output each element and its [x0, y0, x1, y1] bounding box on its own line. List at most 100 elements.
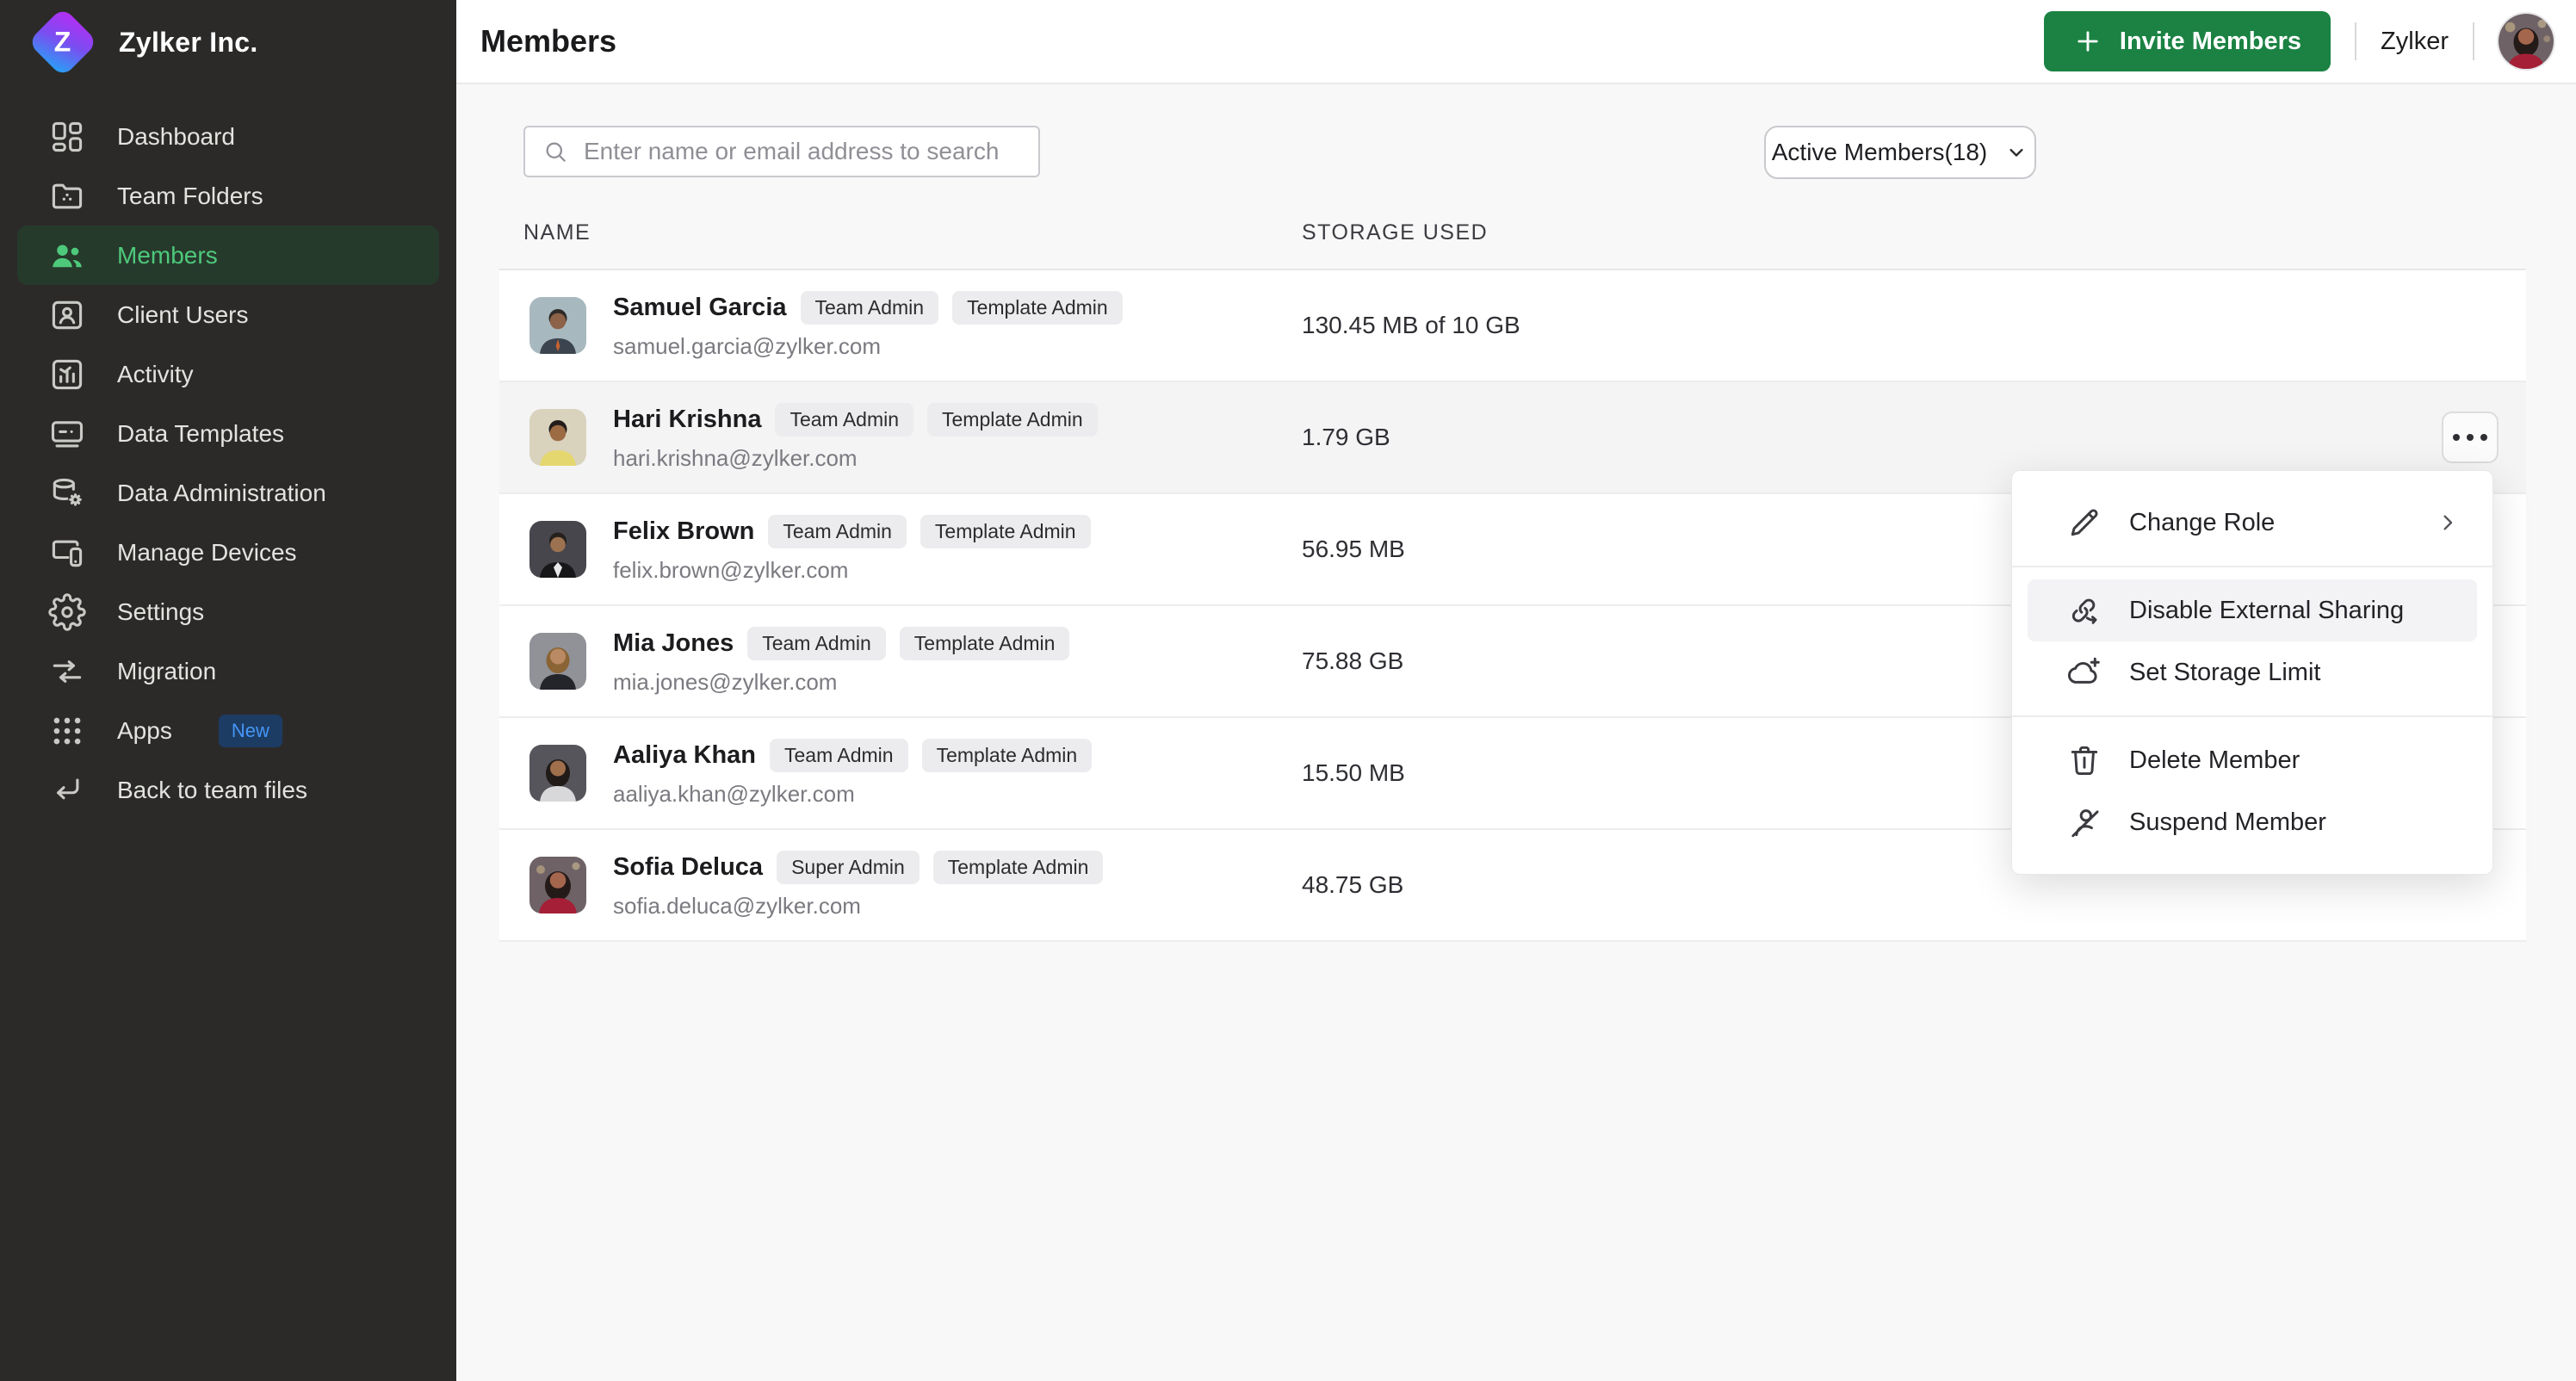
- menu-item-label: Change Role: [2129, 508, 2276, 536]
- member-filter-label: Active Members(18): [1771, 139, 1988, 165]
- role-badge: Template Admin: [899, 627, 1070, 660]
- column-header-name: NAME: [523, 220, 591, 245]
- member-filter-dropdown[interactable]: Active Members(18): [1764, 126, 2036, 179]
- sidebar-item-label: Migration: [117, 657, 217, 684]
- user-avatar-image: [2499, 14, 2554, 69]
- member-info: Mia Jones Team Admin Template Admin mia.…: [613, 627, 1070, 696]
- top-bar-actions: Invite Members Zylker: [2043, 11, 2554, 71]
- sidebar-item-data-administration[interactable]: Data Administration: [17, 463, 439, 523]
- divider: [2355, 22, 2357, 60]
- plus-icon: [2078, 31, 2098, 52]
- company-name: Zylker Inc.: [119, 26, 258, 58]
- main-area: Members Invite Members Zylker Ac: [456, 0, 2576, 1381]
- invite-members-label: Invite Members: [2119, 27, 2302, 55]
- storage-used: 1.79 GB: [1302, 424, 1390, 450]
- user-avatar[interactable]: [2499, 14, 2554, 69]
- sidebar-item-members[interactable]: Members: [17, 226, 439, 285]
- zylker-logo-icon: Z: [27, 6, 99, 78]
- member-email: hari.krishna@zylker.com: [613, 445, 858, 471]
- sidebar-item-manage-devices[interactable]: Manage Devices: [17, 523, 439, 582]
- sidebar-item-dashboard[interactable]: Dashboard: [17, 107, 439, 166]
- storage-used: 56.95 MB: [1302, 536, 1405, 562]
- sidebar-item-label: Activity: [117, 360, 194, 387]
- menu-item-set-storage-limit[interactable]: Set Storage Limit: [2012, 641, 2492, 703]
- sidebar-item-data-templates[interactable]: Data Templates: [17, 404, 439, 463]
- storage-used: 48.75 GB: [1302, 871, 1404, 898]
- sidebar-item-label: Back to team files: [117, 776, 307, 803]
- sidebar-item-apps[interactable]: Apps New: [17, 701, 439, 760]
- member-name: Hari Krishna: [613, 406, 762, 433]
- sidebar-item-label: Members: [117, 241, 218, 269]
- sidebar-item-team-folders[interactable]: Team Folders: [17, 166, 439, 226]
- menu-item-change-role[interactable]: Change Role: [2012, 492, 2492, 554]
- sidebar-item-label: Data Templates: [117, 419, 285, 447]
- table-header: NAME STORAGE USED: [499, 196, 2526, 270]
- role-badge: Template Admin: [920, 515, 1091, 548]
- sidebar-item-back-to-team-files[interactable]: Back to team files: [17, 760, 439, 820]
- migration-icon: [53, 660, 82, 683]
- sidebar-item-settings[interactable]: Settings: [17, 582, 439, 641]
- menu-item-delete-member[interactable]: Delete Member: [2012, 729, 2492, 791]
- back-arrow-icon: [56, 778, 79, 799]
- role-badge: Team Admin: [770, 739, 908, 772]
- divider: [2473, 22, 2474, 60]
- search-box: [523, 126, 1040, 177]
- sidebar-item-label: Dashboard: [117, 122, 235, 150]
- sidebar-item-label: Settings: [117, 598, 205, 625]
- menu-item-label: Suspend Member: [2129, 808, 2326, 836]
- member-name: Aaliya Khan: [613, 741, 756, 769]
- sidebar: Z Zylker Inc. Dashboard Team Folders Mem…: [0, 0, 456, 1381]
- role-badge: Team Admin: [768, 515, 907, 548]
- brand-header: Z Zylker Inc.: [0, 0, 456, 84]
- menu-divider: [2012, 715, 2492, 717]
- search-input[interactable]: [582, 137, 1021, 166]
- menu-item-disable-external-sharing[interactable]: Disable External Sharing: [2028, 579, 2477, 641]
- suspend-user-icon: [2071, 809, 2099, 838]
- column-header-storage: STORAGE USED: [1302, 220, 1489, 245]
- member-avatar: [529, 521, 586, 578]
- role-badge: Template Admin: [952, 291, 1123, 325]
- client-users-icon: [52, 300, 83, 329]
- member-email: sofia.deluca@zylker.com: [613, 893, 861, 919]
- sidebar-item-label: Data Administration: [117, 479, 326, 506]
- data-templates-icon: [51, 420, 84, 447]
- role-badge: Template Admin: [932, 851, 1104, 884]
- team-folders-icon: [52, 183, 83, 208]
- row-more-actions-button[interactable]: [2442, 412, 2499, 463]
- storage-used: 15.50 MB: [1302, 759, 1405, 786]
- member-avatar: [529, 297, 586, 354]
- sidebar-item-activity[interactable]: Activity: [17, 344, 439, 404]
- member-name: Mia Jones: [613, 629, 734, 657]
- member-avatar: [529, 745, 586, 802]
- member-info: Samuel Garcia Team Admin Template Admin …: [613, 291, 1123, 360]
- member-avatar: [529, 409, 586, 466]
- member-email: aaliya.khan@zylker.com: [613, 781, 855, 807]
- external-sharing-icon: [2071, 598, 2097, 624]
- ellipsis-icon: [2453, 434, 2460, 441]
- role-badge: Team Admin: [775, 403, 914, 437]
- menu-item-suspend-member[interactable]: Suspend Member: [2012, 791, 2492, 853]
- invite-members-button[interactable]: Invite Members: [2043, 11, 2331, 71]
- settings-gear-icon: [48, 592, 86, 631]
- role-badge: Template Admin: [921, 739, 1093, 772]
- storage-used: 130.45 MB of 10 GB: [1302, 312, 1520, 338]
- member-row[interactable]: Samuel Garcia Team Admin Template Admin …: [499, 270, 2526, 382]
- team-name[interactable]: Zylker: [2381, 28, 2449, 56]
- sidebar-item-label: Apps: [117, 716, 172, 744]
- logo-letter: Z: [54, 26, 71, 58]
- top-bar: Members Invite Members Zylker: [456, 0, 2576, 84]
- sidebar-item-client-users[interactable]: Client Users: [17, 285, 439, 344]
- storage-used: 75.88 GB: [1302, 647, 1404, 674]
- apps-grid-icon: [53, 717, 81, 744]
- sidebar-item-migration[interactable]: Migration: [17, 641, 439, 701]
- member-info: Hari Krishna Team Admin Template Admin h…: [613, 403, 1098, 472]
- chevron-down-icon: [2009, 148, 2023, 157]
- search-icon: [546, 142, 566, 162]
- role-badge: Template Admin: [927, 403, 1098, 437]
- menu-item-label: Set Storage Limit: [2129, 658, 2321, 686]
- cloud-plus-icon: [2067, 657, 2100, 684]
- member-info: Aaliya Khan Team Admin Template Admin aa…: [613, 739, 1093, 808]
- app-window: Z Zylker Inc. Dashboard Team Folders Mem…: [0, 0, 2576, 1381]
- member-info: Felix Brown Team Admin Template Admin fe…: [613, 515, 1091, 584]
- sidebar-item-label: Manage Devices: [117, 538, 297, 566]
